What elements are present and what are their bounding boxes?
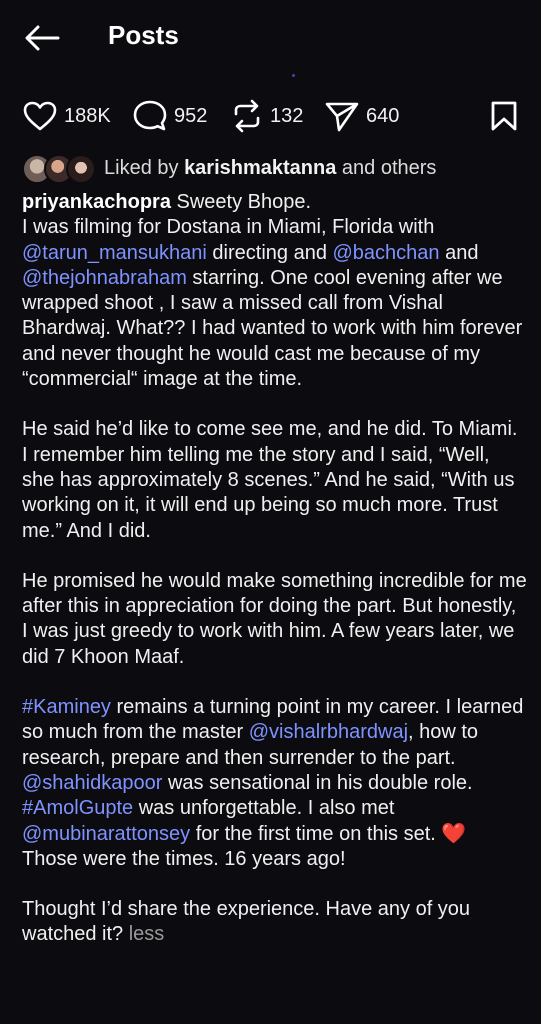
caption-text: was unforgettable. I also met [133,797,395,820]
liker-avatars [22,154,98,184]
caption-paragraph-2: He said he’d like to come see me, and he… [22,418,518,542]
mention-link[interactable]: @mubinarattonsey [22,823,190,845]
red-heart-emoji: ❤️ [441,822,467,845]
caption-paragraph-3: He promised he would make something incr… [22,569,527,668]
caption-text: for the first time on this set. [190,822,442,845]
comment-count: 952 [174,104,208,127]
caption-text: was sensational in his double role. [162,771,473,794]
like-button[interactable]: 188K [22,94,111,138]
share-count: 640 [366,104,400,127]
caption-last-text: Thought I’d share the experience. Have a… [22,898,471,946]
mention-link[interactable]: #Kaminey [22,696,111,718]
mention-link[interactable]: @shahidkapoor [22,772,162,794]
liked-by-text: Liked by karishmaktanna and others [104,156,437,179]
share-icon [325,102,359,132]
heart-icon [23,101,57,131]
caption-username[interactable]: priyankachopra [22,191,171,213]
caption-text: Sweety Bhope. [170,191,312,213]
liker-username: karishmaktanna [184,156,337,179]
caption-paragraph-5: Thought I’d share the experience. Have a… [22,897,527,948]
comment-button[interactable]: 952 [132,94,207,138]
like-count: 188K [64,104,111,127]
caption-paragraph-1: priyankachopra Sweety Bhope. I was filmin… [22,190,527,392]
back-arrow-icon [25,25,60,51]
caption-text: Those were the times. 16 years ago! [22,847,346,870]
page-title: Posts [108,20,179,50]
caption-text: directing and [206,241,333,264]
repost-button[interactable]: 132 [230,94,303,138]
back-button[interactable] [22,22,62,54]
mention-link[interactable]: @thejohnabraham [22,267,187,289]
post-actions: 188K 952 132 640 [0,94,541,138]
caption-paragraph-4: #Kaminey remains a turning point in my c… [22,695,527,872]
top-bar: Posts [0,0,541,77]
repost-icon [234,99,260,133]
share-button[interactable]: 640 [324,94,399,138]
post-caption: priyankachopra Sweety Bhope. I was filmin… [22,190,527,973]
mention-link[interactable]: @bachchan [333,242,440,264]
caption-text: I was filming for Dostana in Miami, Flor… [22,216,435,239]
less-link[interactable]: less [129,923,165,945]
mention-link[interactable]: #AmolGupte [22,797,133,819]
mention-link[interactable]: @vishalrbhardwaj [249,721,408,743]
bookmark-icon [491,101,517,131]
save-button[interactable] [489,100,519,137]
caption-text: and [439,241,479,264]
avatar [66,154,96,184]
mention-link[interactable]: @tarun_mansukhani [22,242,207,264]
comment-icon [133,100,167,131]
repost-count: 132 [270,104,304,127]
media-indicator-dot [292,74,295,77]
liked-by-row[interactable]: Liked by karishmaktanna and others [22,152,436,184]
